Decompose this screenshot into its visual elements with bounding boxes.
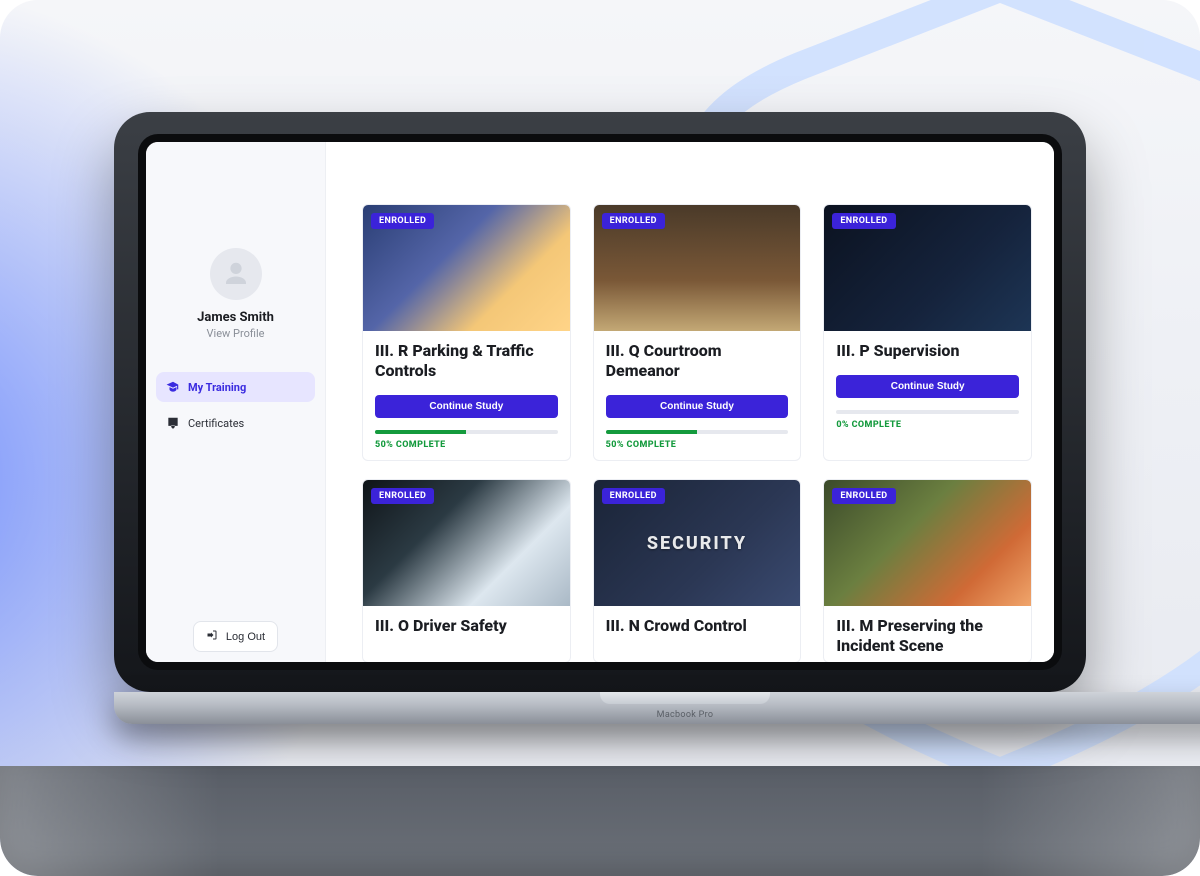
sidebar: James Smith View Profile My Training xyxy=(146,142,326,662)
laptop-frame: James Smith View Profile My Training xyxy=(114,112,1086,724)
laptop-bezel: James Smith View Profile My Training xyxy=(138,134,1062,670)
laptop-notch xyxy=(600,692,770,704)
sidebar-spacer xyxy=(156,446,315,613)
floor-highlight-left xyxy=(0,766,220,876)
thumbnail-label: SECURITY xyxy=(647,533,747,554)
course-title: III. R Parking & Traffic Controls xyxy=(363,331,570,387)
course-card[interactable]: ENROLLED III. O Driver Safety xyxy=(362,479,571,662)
course-title: III. P Supervision xyxy=(824,331,1031,367)
progress-text: 50% COMPLETE xyxy=(375,440,558,450)
course-title: III. O Driver Safety xyxy=(363,606,570,642)
avatar xyxy=(210,248,262,300)
enrolled-badge: ENROLLED xyxy=(832,488,895,504)
logout-icon xyxy=(206,629,218,644)
progress-text: 50% COMPLETE xyxy=(606,440,789,450)
graduation-cap-icon xyxy=(166,380,180,394)
course-card[interactable]: ENROLLED III. P Supervision Continue Stu… xyxy=(823,204,1032,461)
laptop-deck: Macbook Pro xyxy=(114,692,1200,724)
continue-study-button[interactable]: Continue Study xyxy=(606,395,789,418)
enrolled-badge: ENROLLED xyxy=(371,488,434,504)
logout-button[interactable]: Log Out xyxy=(193,621,278,652)
floor-highlight-right xyxy=(980,766,1200,876)
course-thumbnail: ENROLLED xyxy=(363,205,570,331)
sidebar-item-label: Certificates xyxy=(188,417,244,430)
enrolled-badge: ENROLLED xyxy=(602,488,665,504)
course-title: III. M Preserving the Incident Scene xyxy=(824,606,1031,662)
course-thumbnail: ENROLLED xyxy=(363,480,570,606)
enrolled-badge: ENROLLED xyxy=(602,213,665,229)
course-title: III. Q Courtroom Demeanor xyxy=(594,331,801,387)
course-thumbnail: ENROLLED xyxy=(594,205,801,331)
course-thumbnail: ENROLLED SECURITY xyxy=(594,480,801,606)
logout-label: Log Out xyxy=(226,631,265,643)
course-thumbnail: ENROLLED xyxy=(824,205,1031,331)
product-mockup-stage: James Smith View Profile My Training xyxy=(0,0,1200,876)
progress-bar xyxy=(606,430,789,434)
progress-text: 0% COMPLETE xyxy=(836,420,1019,430)
progress-bar xyxy=(836,410,1019,414)
enrolled-badge: ENROLLED xyxy=(371,213,434,229)
floor-surface xyxy=(0,766,1200,876)
app-shell: James Smith View Profile My Training xyxy=(146,142,1054,662)
user-name: James Smith xyxy=(197,310,274,325)
device-label: Macbook Pro xyxy=(657,710,714,720)
laptop-lid: James Smith View Profile My Training xyxy=(114,112,1086,692)
certificate-icon xyxy=(166,416,180,430)
profile-block: James Smith View Profile xyxy=(156,156,315,348)
sidebar-nav: My Training Certificates xyxy=(156,372,315,438)
continue-study-button[interactable]: Continue Study xyxy=(375,395,558,418)
main-content: ENROLLED III. R Parking & Traffic Contro… xyxy=(326,142,1054,662)
course-card[interactable]: ENROLLED SECURITY III. N Crowd Control xyxy=(593,479,802,662)
avatar-icon xyxy=(221,259,251,289)
view-profile-link[interactable]: View Profile xyxy=(207,327,265,340)
laptop-screen: James Smith View Profile My Training xyxy=(146,142,1054,662)
course-thumbnail: ENROLLED xyxy=(824,480,1031,606)
course-title: III. N Crowd Control xyxy=(594,606,801,642)
course-grid: ENROLLED III. R Parking & Traffic Contro… xyxy=(362,204,1032,662)
sidebar-item-my-training[interactable]: My Training xyxy=(156,372,315,402)
course-card[interactable]: ENROLLED III. M Preserving the Incident … xyxy=(823,479,1032,662)
sidebar-item-label: My Training xyxy=(188,381,246,394)
enrolled-badge: ENROLLED xyxy=(832,213,895,229)
course-card[interactable]: ENROLLED III. R Parking & Traffic Contro… xyxy=(362,204,571,461)
continue-study-button[interactable]: Continue Study xyxy=(836,375,1019,398)
course-card[interactable]: ENROLLED III. Q Courtroom Demeanor Conti… xyxy=(593,204,802,461)
progress-bar xyxy=(375,430,558,434)
sidebar-item-certificates[interactable]: Certificates xyxy=(156,408,315,438)
